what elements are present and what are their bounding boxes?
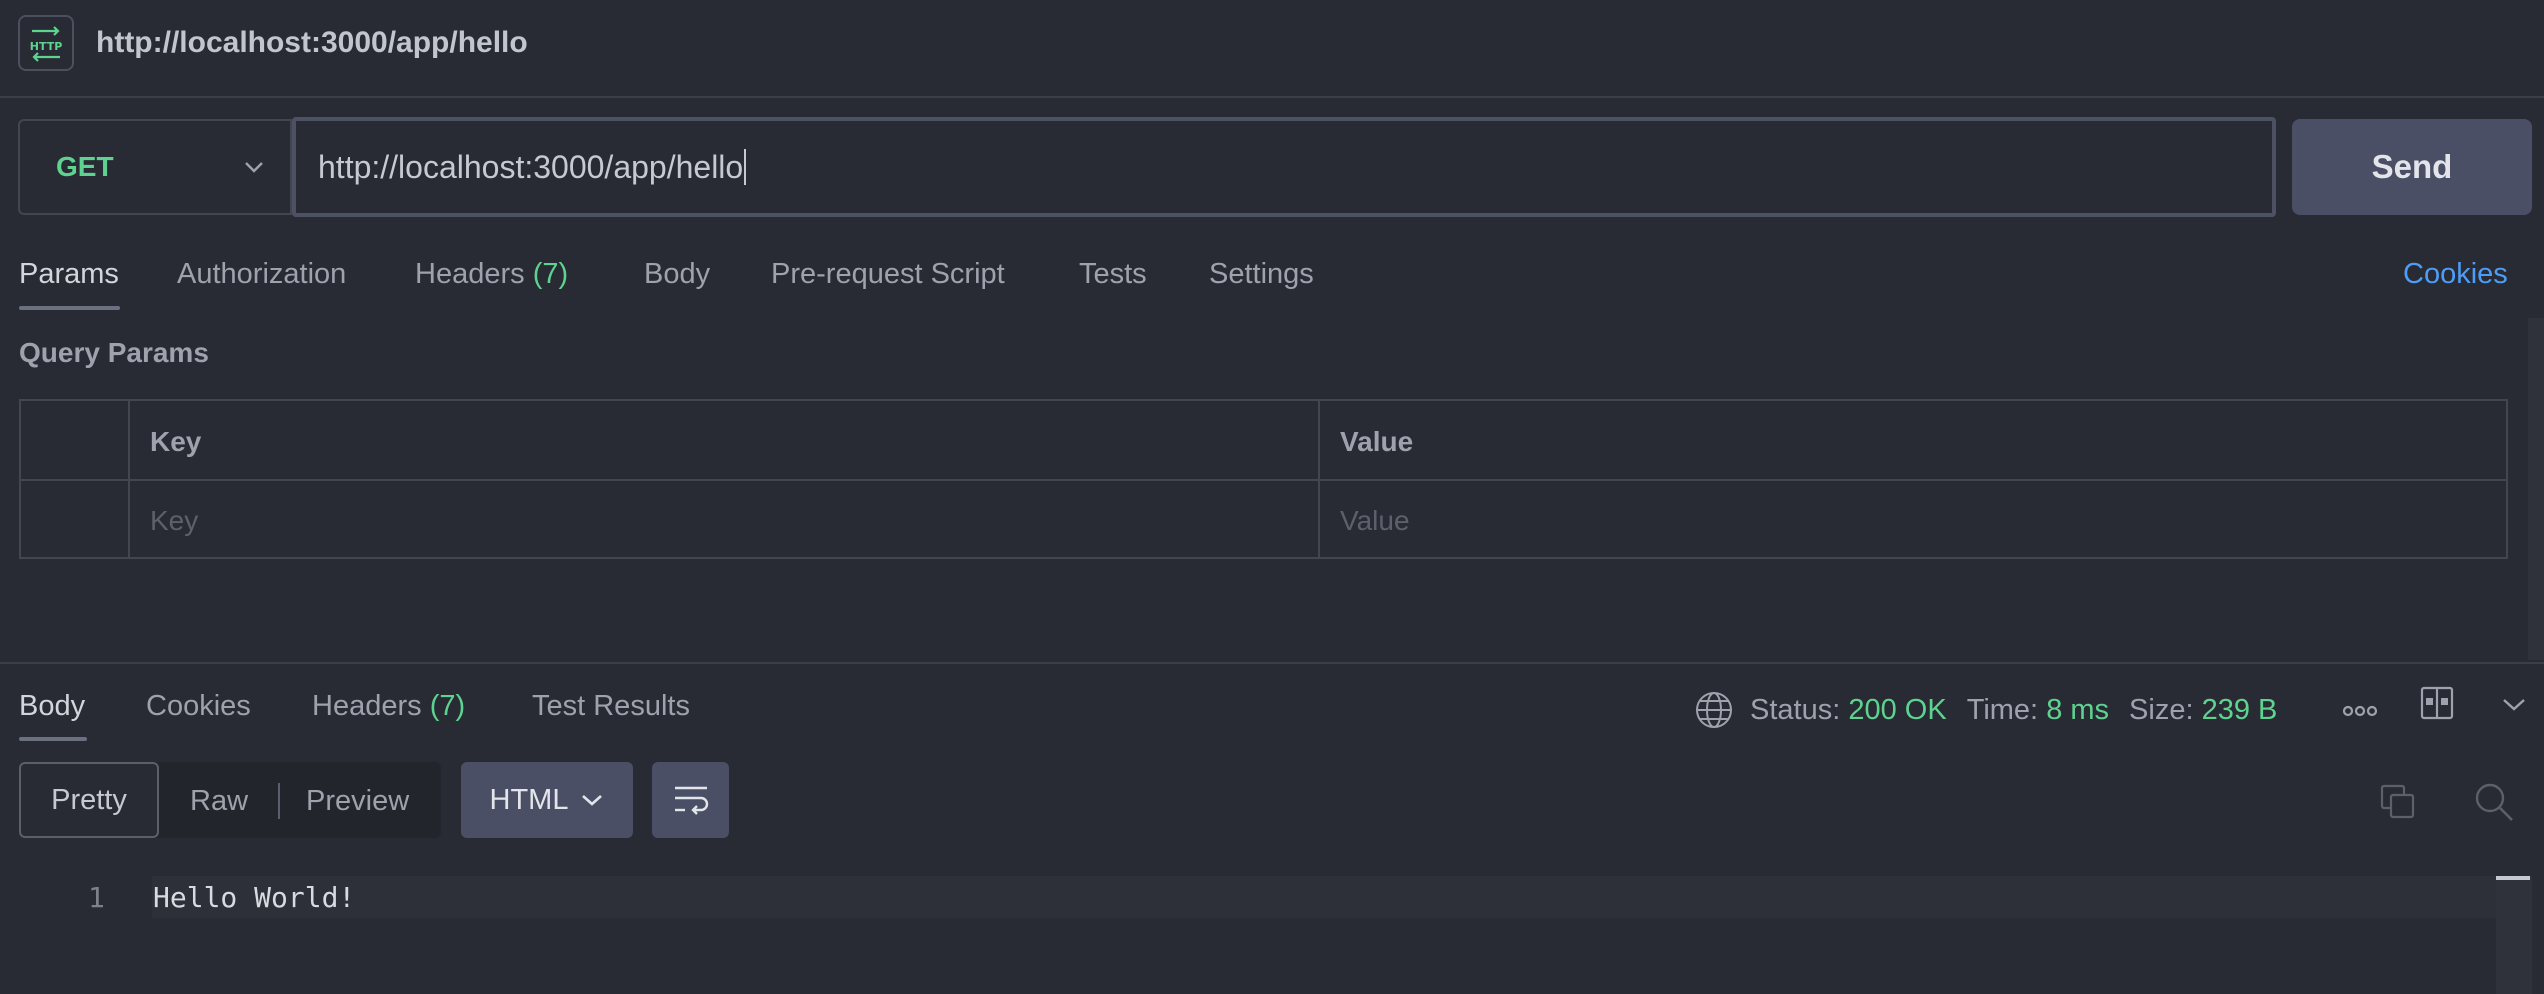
word-wrap-button[interactable] bbox=[652, 762, 729, 838]
query-params-table: Key Value Key Value bbox=[19, 399, 2508, 559]
status-label: Status: bbox=[1750, 693, 1841, 726]
tab-settings[interactable]: Settings bbox=[1209, 258, 1314, 291]
response-time: 8 ms bbox=[2046, 693, 2110, 726]
http-app-icon: HTTP bbox=[18, 15, 74, 71]
svg-text:HTTP: HTTP bbox=[30, 40, 63, 53]
size-label: Size: bbox=[2129, 693, 2194, 726]
window-title: http://localhost:3000/app/hello bbox=[96, 26, 528, 59]
time-label: Time: bbox=[1966, 693, 2039, 726]
pane-divider[interactable] bbox=[0, 662, 2544, 664]
collapse-chevron-icon[interactable] bbox=[2500, 692, 2528, 721]
response-status-bar: Status: 200 OK Time: 8 ms Size: 239 B bbox=[1694, 690, 2277, 730]
url-input[interactable]: http://localhost:3000/app/hello bbox=[292, 117, 2276, 217]
tab-pre-request-script[interactable]: Pre-request Script bbox=[771, 258, 1005, 291]
layout-toggle-icon[interactable] bbox=[2420, 686, 2454, 725]
response-tab-headers-label: Headers bbox=[312, 690, 422, 722]
column-header-value: Value bbox=[1340, 426, 1414, 457]
tab-headers-label: Headers bbox=[415, 258, 525, 290]
response-body-line[interactable]: Hello World! bbox=[153, 881, 355, 914]
globe-icon[interactable] bbox=[1694, 690, 1734, 730]
param-key-input[interactable]: Key bbox=[130, 483, 1318, 559]
active-tab-indicator bbox=[19, 737, 87, 741]
response-tab-test-results[interactable]: Test Results bbox=[532, 690, 690, 723]
chevron-down-icon bbox=[580, 790, 604, 810]
tab-tests[interactable]: Tests bbox=[1079, 258, 1147, 291]
status-code: 200 OK bbox=[1848, 693, 1947, 726]
copy-icon[interactable] bbox=[2378, 782, 2418, 827]
view-mode-separator bbox=[278, 783, 280, 819]
code-scrollbar[interactable] bbox=[2496, 876, 2532, 994]
active-tab-indicator bbox=[19, 306, 120, 310]
language-label: HTML bbox=[489, 783, 569, 816]
tab-params[interactable]: Params bbox=[19, 258, 119, 291]
preview-view-button[interactable]: Preview bbox=[306, 785, 409, 818]
tab-authorization[interactable]: Authorization bbox=[177, 258, 346, 291]
response-size: 239 B bbox=[2201, 693, 2278, 726]
response-tab-cookies[interactable]: Cookies bbox=[146, 690, 251, 723]
code-scrollbar-thumb[interactable] bbox=[2496, 876, 2530, 880]
pretty-view-button[interactable]: Pretty bbox=[19, 762, 159, 838]
column-header-key: Key bbox=[150, 426, 202, 457]
line-number: 1 bbox=[88, 881, 105, 914]
cookies-link[interactable]: Cookies bbox=[2403, 258, 2508, 291]
wrap-lines-icon bbox=[671, 783, 711, 817]
tab-headers-count: (7) bbox=[532, 258, 569, 290]
search-icon[interactable] bbox=[2472, 780, 2516, 829]
param-value-input[interactable]: Value bbox=[1320, 483, 2508, 559]
language-select[interactable]: HTML bbox=[461, 762, 633, 838]
table-header-row bbox=[21, 401, 2506, 481]
request-scrollbar[interactable] bbox=[2528, 318, 2544, 660]
response-tab-body[interactable]: Body bbox=[19, 690, 85, 723]
method-select[interactable]: GET bbox=[18, 119, 292, 215]
send-button[interactable]: Send bbox=[2292, 119, 2532, 215]
tab-body[interactable]: Body bbox=[644, 258, 710, 291]
more-options-icon[interactable] bbox=[2340, 696, 2380, 731]
tab-headers[interactable]: Headers (7) bbox=[415, 258, 568, 291]
row-checkbox-cell[interactable] bbox=[21, 483, 128, 559]
chevron-down-icon bbox=[242, 155, 266, 184]
response-tab-headers-count: (7) bbox=[429, 690, 466, 722]
raw-view-button[interactable]: Raw bbox=[190, 785, 248, 818]
active-line-highlight bbox=[152, 876, 2496, 918]
query-params-title: Query Params bbox=[19, 337, 209, 368]
url-text: http://localhost:3000/app/hello bbox=[318, 148, 744, 185]
text-caret bbox=[744, 149, 747, 185]
method-label: GET bbox=[56, 151, 114, 182]
response-tab-headers[interactable]: Headers (7) bbox=[312, 690, 465, 723]
